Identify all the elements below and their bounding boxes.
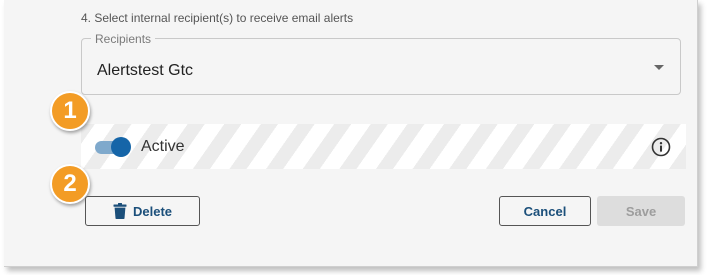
save-button-label: Save: [625, 203, 657, 219]
cancel-button-label: Cancel: [523, 203, 567, 219]
caret-down-icon[interactable]: [654, 65, 664, 70]
callout-badge-2: 2: [50, 164, 90, 204]
active-toggle[interactable]: [93, 137, 131, 157]
recipients-select[interactable]: Recipients Alertstest Gtc: [81, 32, 681, 95]
save-button[interactable]: Save: [597, 196, 685, 226]
delete-button[interactable]: Delete: [85, 196, 200, 226]
recipients-selected-value: Alertstest Gtc: [97, 62, 194, 79]
active-label: Active: [141, 138, 185, 155]
info-icon[interactable]: [651, 137, 671, 157]
recipients-legend: Recipients: [91, 32, 156, 46]
toggle-thumb: [111, 137, 131, 157]
trash-icon: [113, 203, 127, 219]
recipients-step-label: 4. Select internal recipient(s) to recei…: [81, 11, 354, 25]
delete-button-label: Delete: [132, 203, 173, 219]
cancel-button[interactable]: Cancel: [499, 196, 591, 226]
callout-badge-1: 1: [50, 91, 90, 131]
